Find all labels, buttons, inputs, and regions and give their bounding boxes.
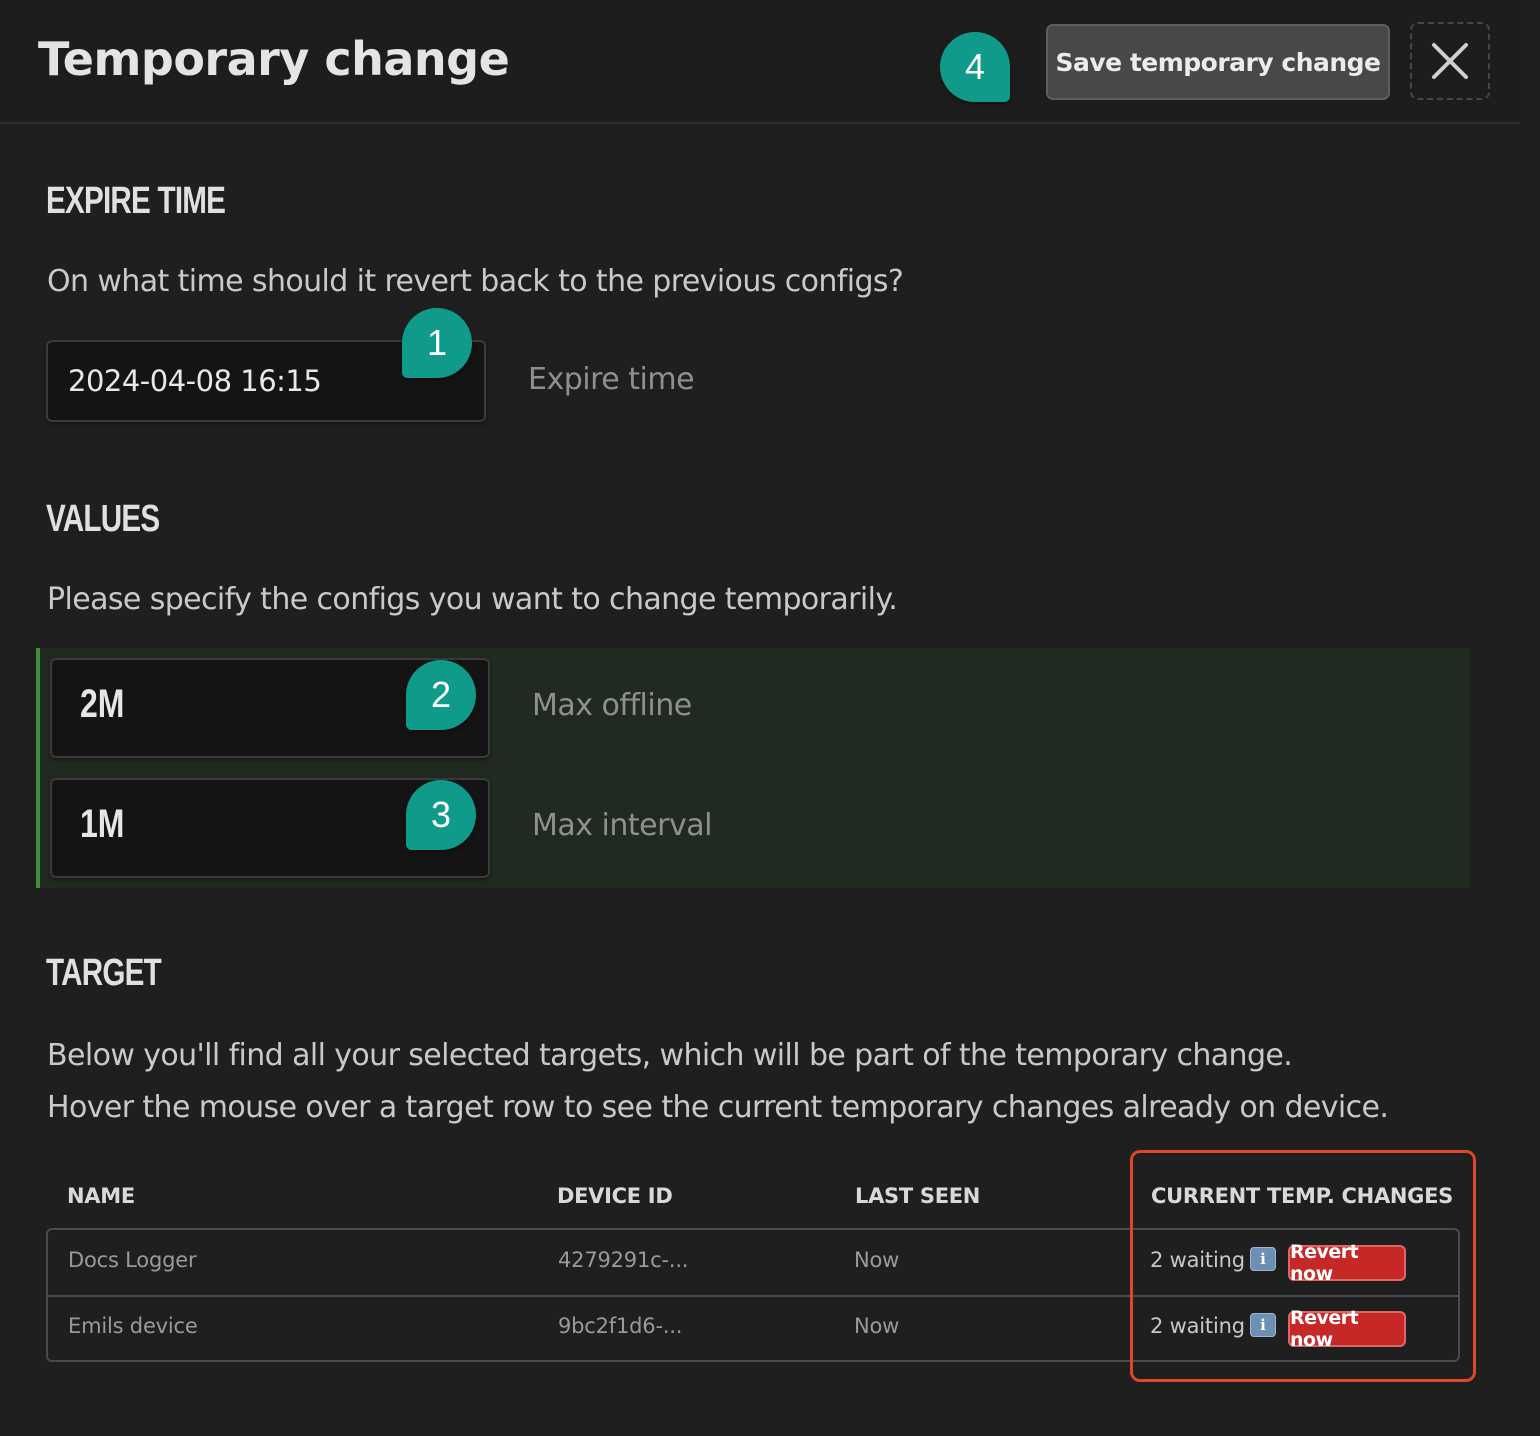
target-description-1: Below you'll find all your selected targ… <box>47 1038 1293 1073</box>
close-button[interactable] <box>1410 22 1490 100</box>
max-offline-value: 2M <box>80 682 125 726</box>
expire-time-heading: EXPIRE TIME <box>46 180 226 222</box>
target-description-2: Hover the mouse over a target row to see… <box>47 1090 1389 1125</box>
page-title: Temporary change <box>38 32 510 86</box>
row-name: Emils device <box>68 1314 198 1338</box>
values-description: Please specify the configs you want to c… <box>47 582 898 617</box>
column-header-last-seen: LAST SEEN <box>855 1184 981 1208</box>
current-temp-changes-highlight <box>1130 1150 1476 1382</box>
step-marker-4: 4 <box>940 32 1010 102</box>
expire-time-value: 2024-04-08 16:15 <box>68 364 322 398</box>
max-offline-label: Max offline <box>532 688 692 723</box>
column-header-device-id: DEVICE ID <box>557 1184 673 1208</box>
column-header-name: NAME <box>67 1184 135 1208</box>
values-heading: VALUES <box>46 498 160 540</box>
save-temporary-change-button[interactable]: Save temporary change <box>1046 24 1390 100</box>
close-icon <box>1432 43 1468 79</box>
step-marker-1: 1 <box>402 308 472 378</box>
row-device-id: 4279291c-... <box>558 1248 689 1272</box>
expire-time-label: Expire time <box>528 362 695 397</box>
step-marker-2: 2 <box>406 660 476 730</box>
modal-header: Temporary change Save temporary change <box>0 0 1520 124</box>
target-heading: TARGET <box>46 952 162 994</box>
step-marker-3: 3 <box>406 780 476 850</box>
expire-time-description: On what time should it revert back to th… <box>47 264 904 299</box>
row-name: Docs Logger <box>68 1248 197 1272</box>
row-last-seen: Now <box>854 1248 900 1272</box>
row-device-id: 9bc2f1d6-... <box>558 1314 683 1338</box>
max-interval-value: 1M <box>80 802 125 846</box>
row-last-seen: Now <box>854 1314 900 1338</box>
max-interval-label: Max interval <box>532 808 712 843</box>
